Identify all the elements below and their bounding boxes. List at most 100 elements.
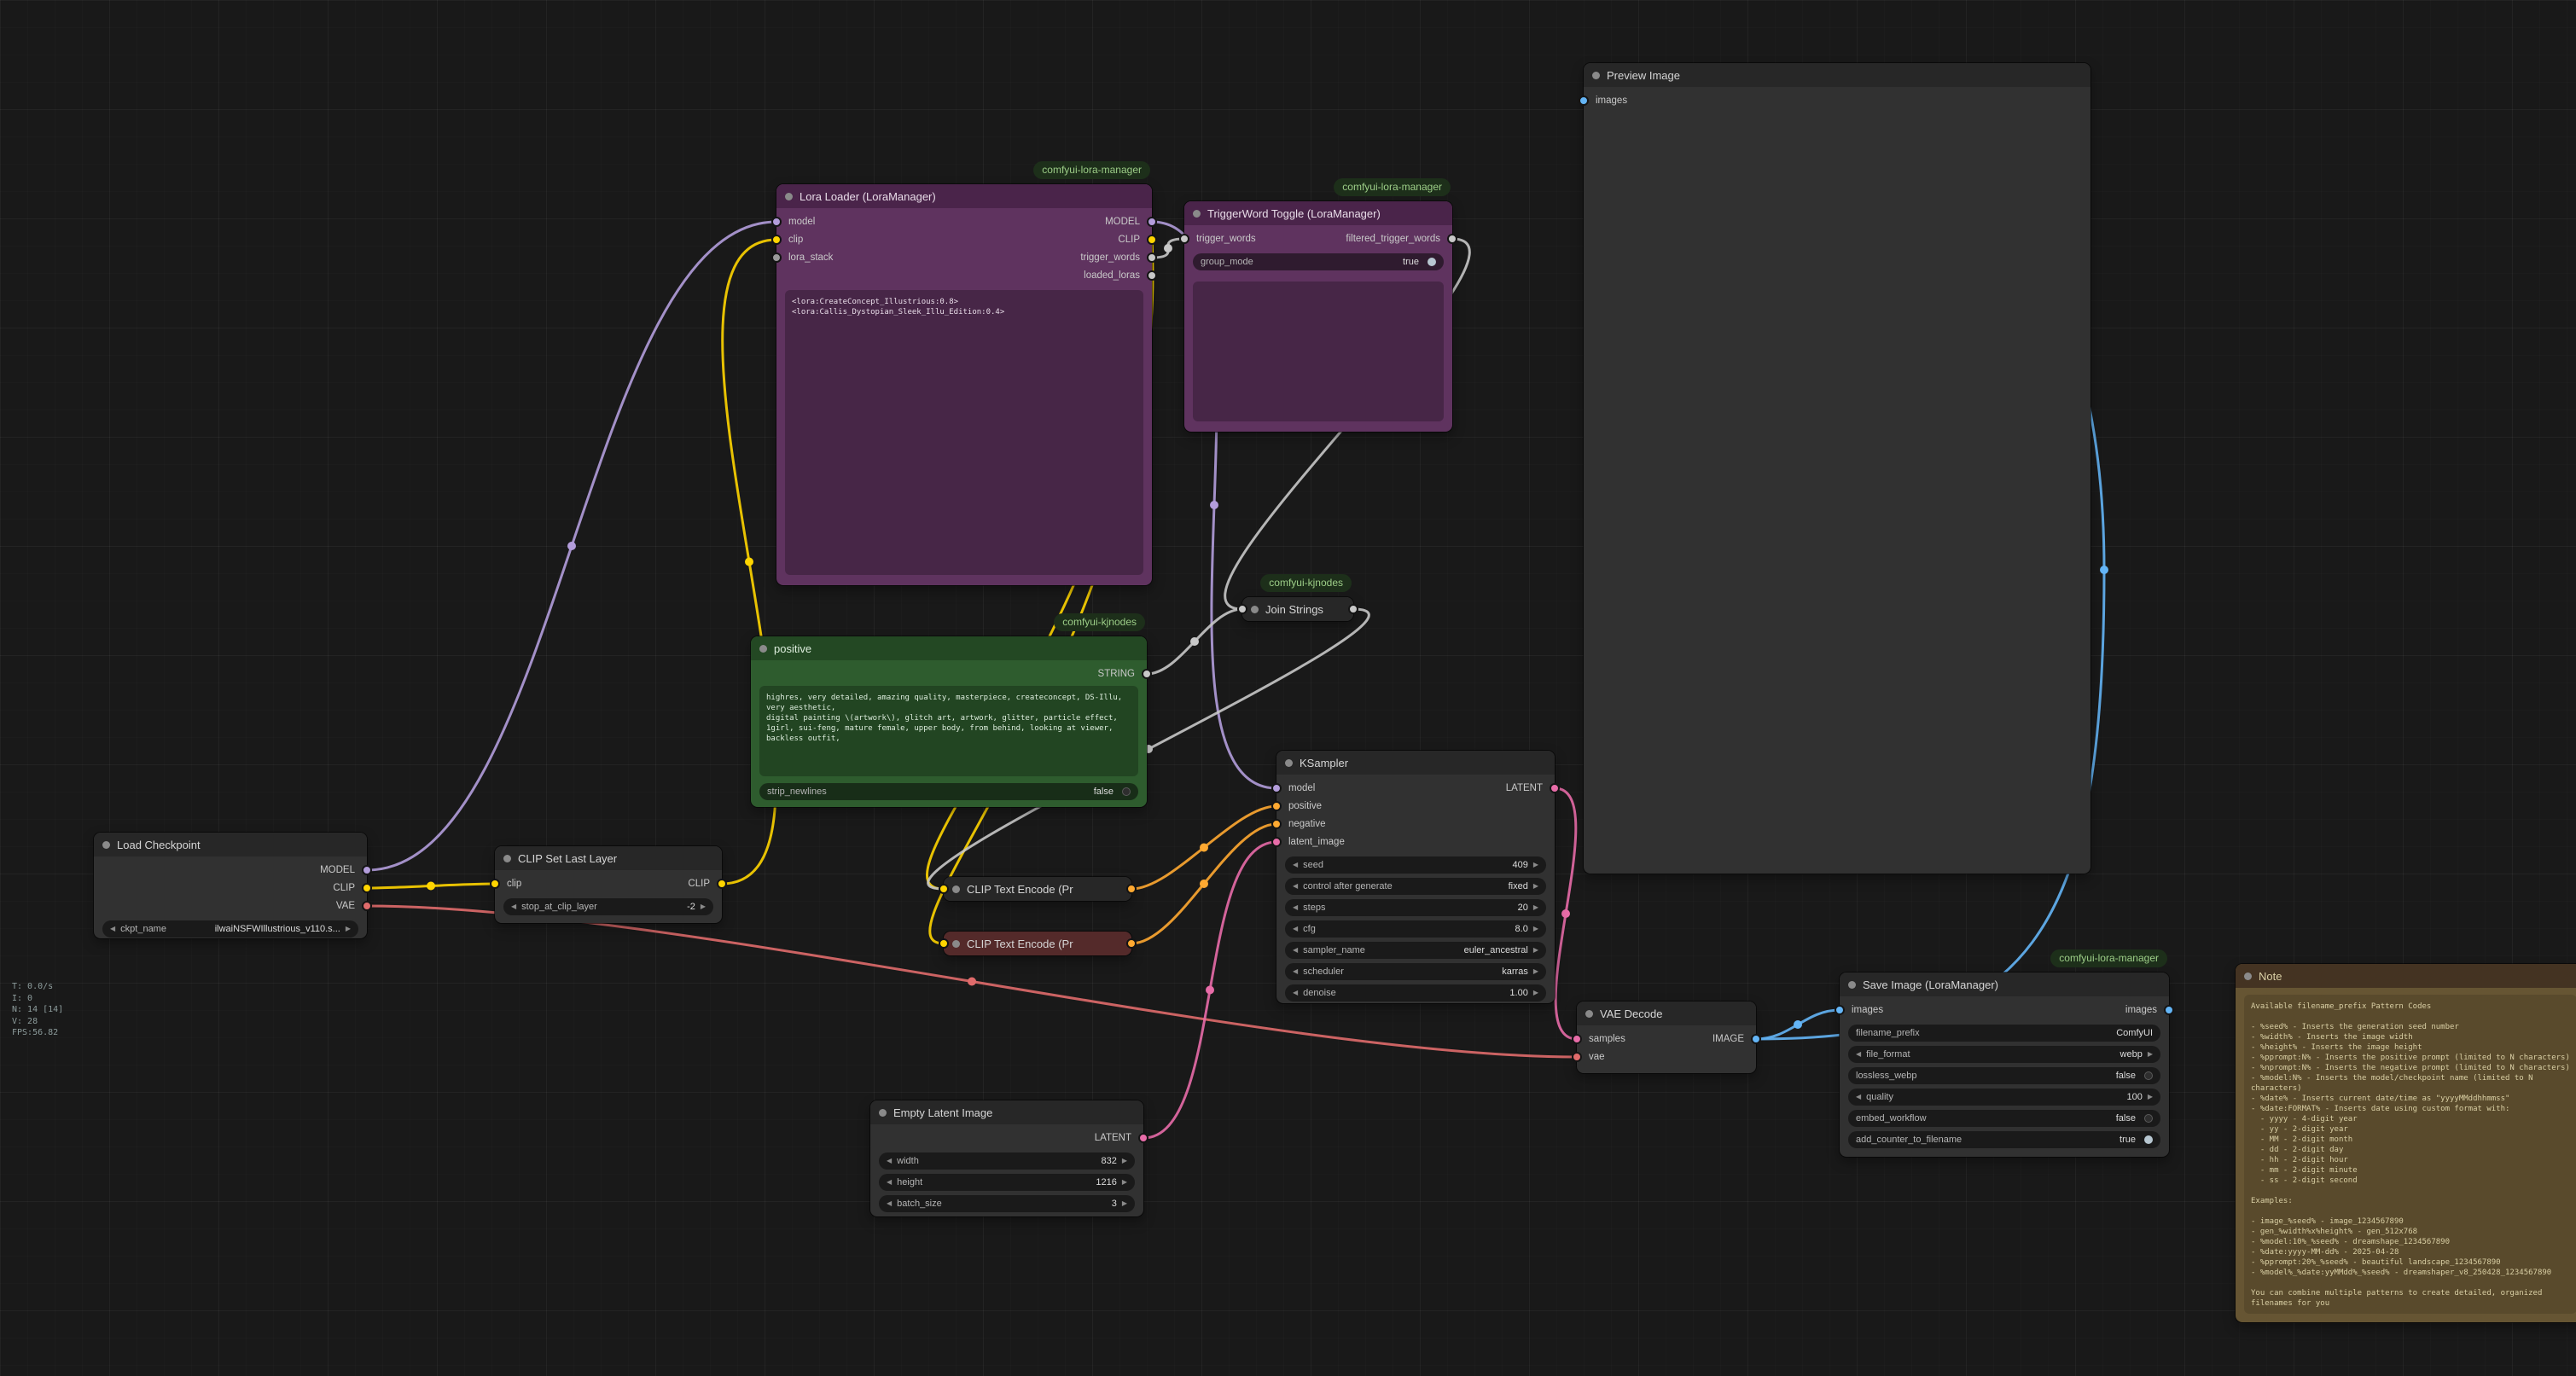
node-triggerword-toggle[interactable]: TriggerWord Toggle (LoraManager)comfyui-… [1184,201,1452,432]
increment-arrow-icon[interactable]: ▶ [2148,1089,2153,1106]
decrement-arrow-icon[interactable]: ◀ [887,1195,892,1212]
output-slot-filtered_trigger_words[interactable] [1447,234,1457,244]
decrement-arrow-icon[interactable]: ◀ [887,1152,892,1170]
widget-steps[interactable]: ◀steps20▶ [1285,899,1546,916]
output-slot[interactable] [1126,884,1137,894]
note-text[interactable]: Available filename_prefix Pattern Codes … [2244,995,2576,1314]
output-slot-LATENT[interactable] [1138,1133,1148,1143]
output-slot-CLIP[interactable] [362,883,372,893]
widget-filename_prefix[interactable]: filename_prefixComfyUI [1848,1025,2160,1042]
node-title-bar[interactable]: Lora Loader (LoraManager) [776,184,1152,208]
node-title-bar[interactable]: Load Checkpoint [94,833,367,856]
node-title-bar[interactable]: Join Strings [1242,597,1353,621]
node-title-bar[interactable]: Empty Latent Image [870,1100,1143,1124]
toggle-knob[interactable] [2144,1114,2153,1123]
node-clip-text-encode-1[interactable]: CLIP Text Encode (Pr [944,877,1131,901]
collapse-toggle-icon[interactable] [1592,72,1600,79]
output-slot-CLIP[interactable] [1147,235,1157,245]
collapse-toggle-icon[interactable] [1251,606,1259,613]
collapse-toggle-icon[interactable] [952,940,960,948]
node-clip-text-encode-2[interactable]: CLIP Text Encode (Pr [944,932,1131,955]
toggle-knob[interactable] [2144,1071,2153,1080]
node-clip-set-last-layer[interactable]: CLIP Set Last LayerclipCLIP◀stop_at_clip… [495,846,722,923]
decrement-arrow-icon[interactable]: ◀ [110,920,115,938]
toggle-knob[interactable] [1428,258,1436,266]
collapse-toggle-icon[interactable] [1285,759,1293,767]
widget-sampler_name[interactable]: ◀sampler_nameeuler_ancestral▶ [1285,942,1546,959]
decrement-arrow-icon[interactable]: ◀ [1293,984,1298,1002]
widget-cfg[interactable]: ◀cfg8.0▶ [1285,920,1546,938]
input-slot-model[interactable] [1271,783,1282,793]
increment-arrow-icon[interactable]: ▶ [1533,920,1538,938]
increment-arrow-icon[interactable]: ▶ [346,920,351,938]
decrement-arrow-icon[interactable]: ◀ [1293,856,1298,874]
node-title-bar[interactable]: positive [751,636,1147,660]
decrement-arrow-icon[interactable]: ◀ [1293,899,1298,916]
increment-arrow-icon[interactable]: ▶ [1533,963,1538,980]
collapse-toggle-icon[interactable] [1193,210,1201,218]
input-slot-lora_stack[interactable] [771,253,782,263]
input-slot-negative[interactable] [1271,819,1282,829]
node-textarea[interactable] [1193,282,1444,421]
input-slot-latent_image[interactable] [1271,837,1282,847]
node-preview-image[interactable]: Preview Imageimages [1584,63,2090,874]
output-slot-trigger_words[interactable] [1147,253,1157,263]
widget-lossless_webp[interactable]: lossless_webpfalse [1848,1067,2160,1084]
output-slot-LATENT[interactable] [1550,783,1560,793]
increment-arrow-icon[interactable]: ▶ [1533,878,1538,895]
input-slot-images[interactable] [1579,96,1589,106]
collapse-toggle-icon[interactable] [503,855,511,862]
widget-stop_at_clip_layer[interactable]: ◀stop_at_clip_layer-2▶ [503,898,713,915]
node-title-bar[interactable]: CLIP Set Last Layer [495,846,722,870]
collapse-toggle-icon[interactable] [1848,981,1856,989]
input-slot-images[interactable] [1835,1005,1845,1015]
node-note[interactable]: NoteAvailable filename_prefix Pattern Co… [2236,964,2576,1322]
node-join-strings[interactable]: Join Stringscomfyui-kjnodes [1242,597,1353,621]
collapse-toggle-icon[interactable] [879,1109,887,1117]
decrement-arrow-icon[interactable]: ◀ [1293,963,1298,980]
node-lora-loader[interactable]: Lora Loader (LoraManager)comfyui-lora-ma… [776,184,1152,585]
node-title-bar[interactable]: VAE Decode [1577,1002,1756,1025]
increment-arrow-icon[interactable]: ▶ [1533,856,1538,874]
widget-seed[interactable]: ◀seed409▶ [1285,856,1546,874]
decrement-arrow-icon[interactable]: ◀ [1293,920,1298,938]
node-textarea[interactable]: highres, very detailed, amazing quality,… [759,686,1138,776]
input-slot[interactable] [1237,604,1247,614]
widget-ckpt_name[interactable]: ◀ckpt_nameilwaiNSFWIllustrious_v110.s...… [102,920,358,938]
node-title-bar[interactable]: Preview Image [1584,63,2090,87]
input-slot-trigger_words[interactable] [1179,234,1189,244]
increment-arrow-icon[interactable]: ▶ [2148,1046,2153,1063]
increment-arrow-icon[interactable]: ▶ [1533,942,1538,959]
widget-group_mode[interactable]: group_modetrue [1193,253,1444,270]
input-slot-positive[interactable] [1271,801,1282,811]
input-slot-model[interactable] [771,217,782,227]
widget-strip_newlines[interactable]: strip_newlinesfalse [759,783,1138,800]
collapse-toggle-icon[interactable] [952,885,960,893]
increment-arrow-icon[interactable]: ▶ [1122,1195,1127,1212]
node-empty-latent[interactable]: Empty Latent ImageLATENT◀width832▶◀heigh… [870,1100,1143,1216]
node-title-bar[interactable]: CLIP Text Encode (Pr [944,932,1131,955]
output-slot-CLIP[interactable] [717,879,727,889]
widget-control_after_generate[interactable]: ◀control after generatefixed▶ [1285,878,1546,895]
output-slot-images[interactable] [2164,1005,2174,1015]
input-slot-vae[interactable] [1572,1052,1582,1062]
increment-arrow-icon[interactable]: ▶ [1533,984,1538,1002]
increment-arrow-icon[interactable]: ▶ [701,898,706,915]
decrement-arrow-icon[interactable]: ◀ [1293,942,1298,959]
output-slot-IMAGE[interactable] [1751,1034,1761,1044]
node-title-bar[interactable]: TriggerWord Toggle (LoraManager) [1184,201,1452,225]
input-slot[interactable] [939,938,949,949]
output-slot-STRING[interactable] [1142,669,1152,679]
toggle-knob[interactable] [2144,1135,2153,1144]
widget-embed_workflow[interactable]: embed_workflowfalse [1848,1110,2160,1127]
widget-add_counter_to_filename[interactable]: add_counter_to_filenametrue [1848,1131,2160,1148]
output-slot-MODEL[interactable] [362,865,372,875]
input-slot-samples[interactable] [1572,1034,1582,1044]
widget-batch_size[interactable]: ◀batch_size3▶ [879,1195,1135,1212]
decrement-arrow-icon[interactable]: ◀ [887,1174,892,1191]
widget-file_format[interactable]: ◀file_formatwebp▶ [1848,1046,2160,1063]
node-ksampler[interactable]: KSamplermodelpositivenegativelatent_imag… [1276,751,1555,1003]
widget-scheduler[interactable]: ◀schedulerkarras▶ [1285,963,1546,980]
increment-arrow-icon[interactable]: ▶ [1122,1152,1127,1170]
node-graph-canvas[interactable]: Load CheckpointMODELCLIPVAE◀ckpt_nameilw… [0,0,2576,1376]
